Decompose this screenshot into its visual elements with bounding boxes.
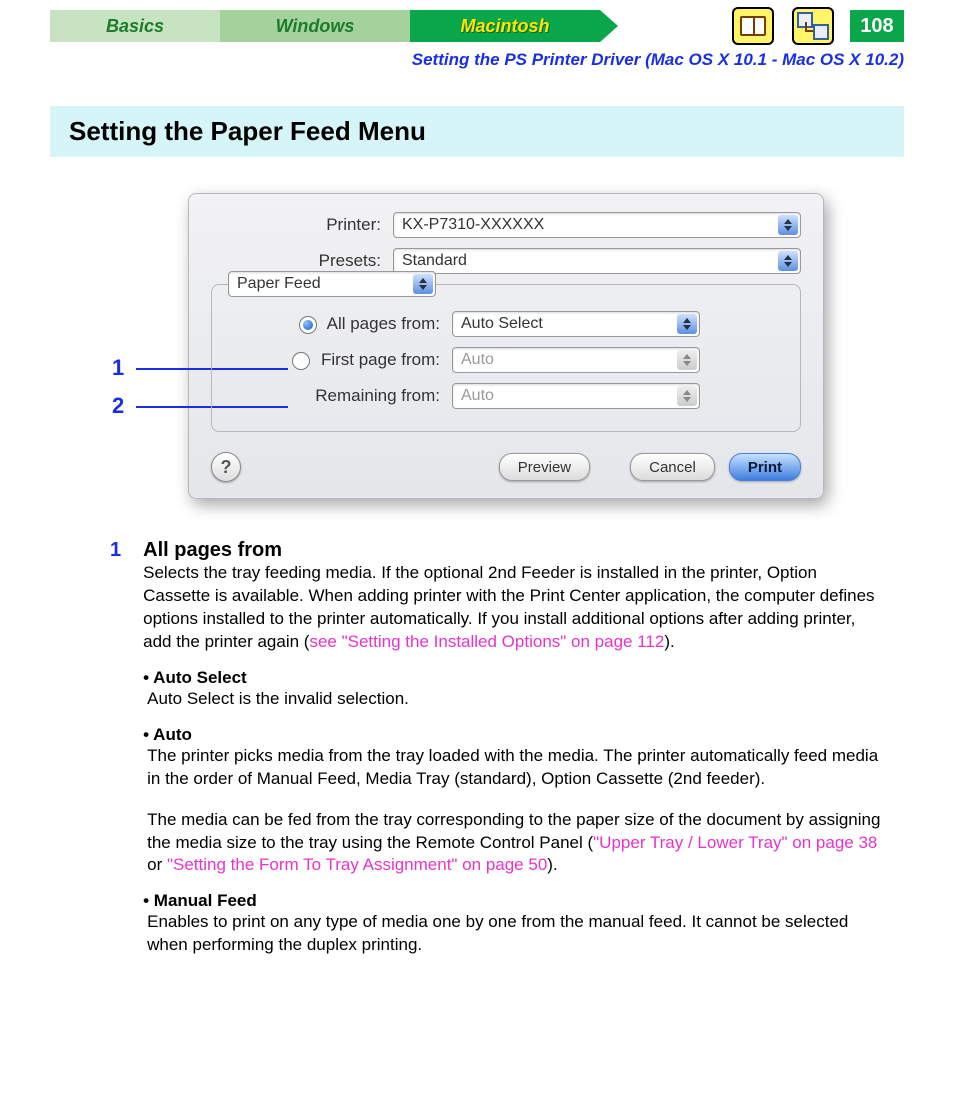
bullet-text: Auto Select is the invalid selection. — [147, 688, 884, 711]
remaining-value: Auto — [461, 387, 494, 405]
pane-value: Paper Feed — [237, 275, 321, 293]
updown-arrows-icon — [677, 314, 697, 334]
firstpage-label: First page from: — [321, 350, 440, 369]
allpages-value: Auto Select — [461, 315, 543, 333]
bullet-text: The printer picks media from the tray lo… — [147, 745, 884, 791]
allpages-row: All pages from: — [230, 314, 452, 334]
remaining-select: Auto — [452, 383, 700, 409]
callout-1: 1 — [112, 355, 124, 381]
printer-label: Printer: — [211, 215, 393, 235]
bullet-text: The media can be fed from the tray corre… — [147, 809, 884, 878]
preview-button[interactable]: Preview — [499, 453, 590, 481]
remaining-label: Remaining from: — [230, 386, 452, 406]
pane-group: Paper Feed All pages from: Auto Select — [211, 284, 801, 432]
updown-arrows-icon — [778, 251, 798, 271]
printer-value: KX-P7310-XXXXXX — [402, 216, 544, 234]
help-button[interactable]: ? — [211, 452, 241, 482]
print-button[interactable]: Print — [729, 453, 801, 481]
presets-label: Presets: — [211, 251, 393, 271]
presets-value: Standard — [402, 252, 467, 270]
printer-select[interactable]: KX-P7310-XXXXXX — [393, 212, 801, 238]
updown-arrows-icon — [677, 350, 697, 370]
pane-select[interactable]: Paper Feed — [228, 271, 436, 297]
tab-basics[interactable]: Basics — [50, 10, 220, 42]
description-content: 1 All pages from Selects the tray feedin… — [110, 539, 884, 957]
updown-arrows-icon — [778, 215, 798, 235]
callout-2: 2 — [112, 393, 124, 419]
bullet-auto-select: • Auto Select — [143, 668, 884, 688]
tab-windows[interactable]: Windows — [220, 10, 410, 42]
bullet-text: Enables to print on any type of media on… — [147, 911, 884, 957]
radio-all-pages[interactable] — [299, 316, 317, 334]
book-icon[interactable] — [732, 7, 774, 45]
network-icon[interactable] — [792, 7, 834, 45]
cancel-button[interactable]: Cancel — [630, 453, 715, 481]
section-link[interactable]: Setting the PS Printer Driver (Mac OS X … — [50, 50, 904, 70]
tab-macintosh[interactable]: Macintosh — [410, 10, 600, 42]
updown-arrows-icon — [413, 274, 433, 294]
bullet-manual-feed: • Manual Feed — [143, 891, 884, 911]
cross-ref-link[interactable]: "Upper Tray / Lower Tray" on page 38 — [593, 833, 877, 852]
print-dialog: Printer: KX-P7310-XXXXXX Presets: Standa… — [188, 193, 824, 499]
radio-first-page[interactable] — [292, 352, 310, 370]
firstpage-row: First page from: — [230, 350, 452, 370]
updown-arrows-icon — [677, 386, 697, 406]
item-paragraph: Selects the tray feeding media. If the o… — [143, 562, 884, 654]
header-tabs: Basics Windows Macintosh 108 — [50, 10, 904, 42]
firstpage-value: Auto — [461, 351, 494, 369]
item-number: 1 — [110, 539, 121, 957]
page-number: 108 — [850, 10, 904, 42]
allpages-label: All pages from: — [327, 314, 440, 333]
allpages-select[interactable]: Auto Select — [452, 311, 700, 337]
page-title: Setting the Paper Feed Menu — [50, 106, 904, 157]
cross-ref-link[interactable]: see "Setting the Installed Options" on p… — [309, 632, 664, 651]
item-title: All pages from — [143, 539, 884, 562]
presets-select[interactable]: Standard — [393, 248, 801, 274]
bullet-auto: • Auto — [143, 725, 884, 745]
cross-ref-link[interactable]: "Setting the Form To Tray Assignment" on… — [167, 855, 547, 874]
firstpage-select: Auto — [452, 347, 700, 373]
